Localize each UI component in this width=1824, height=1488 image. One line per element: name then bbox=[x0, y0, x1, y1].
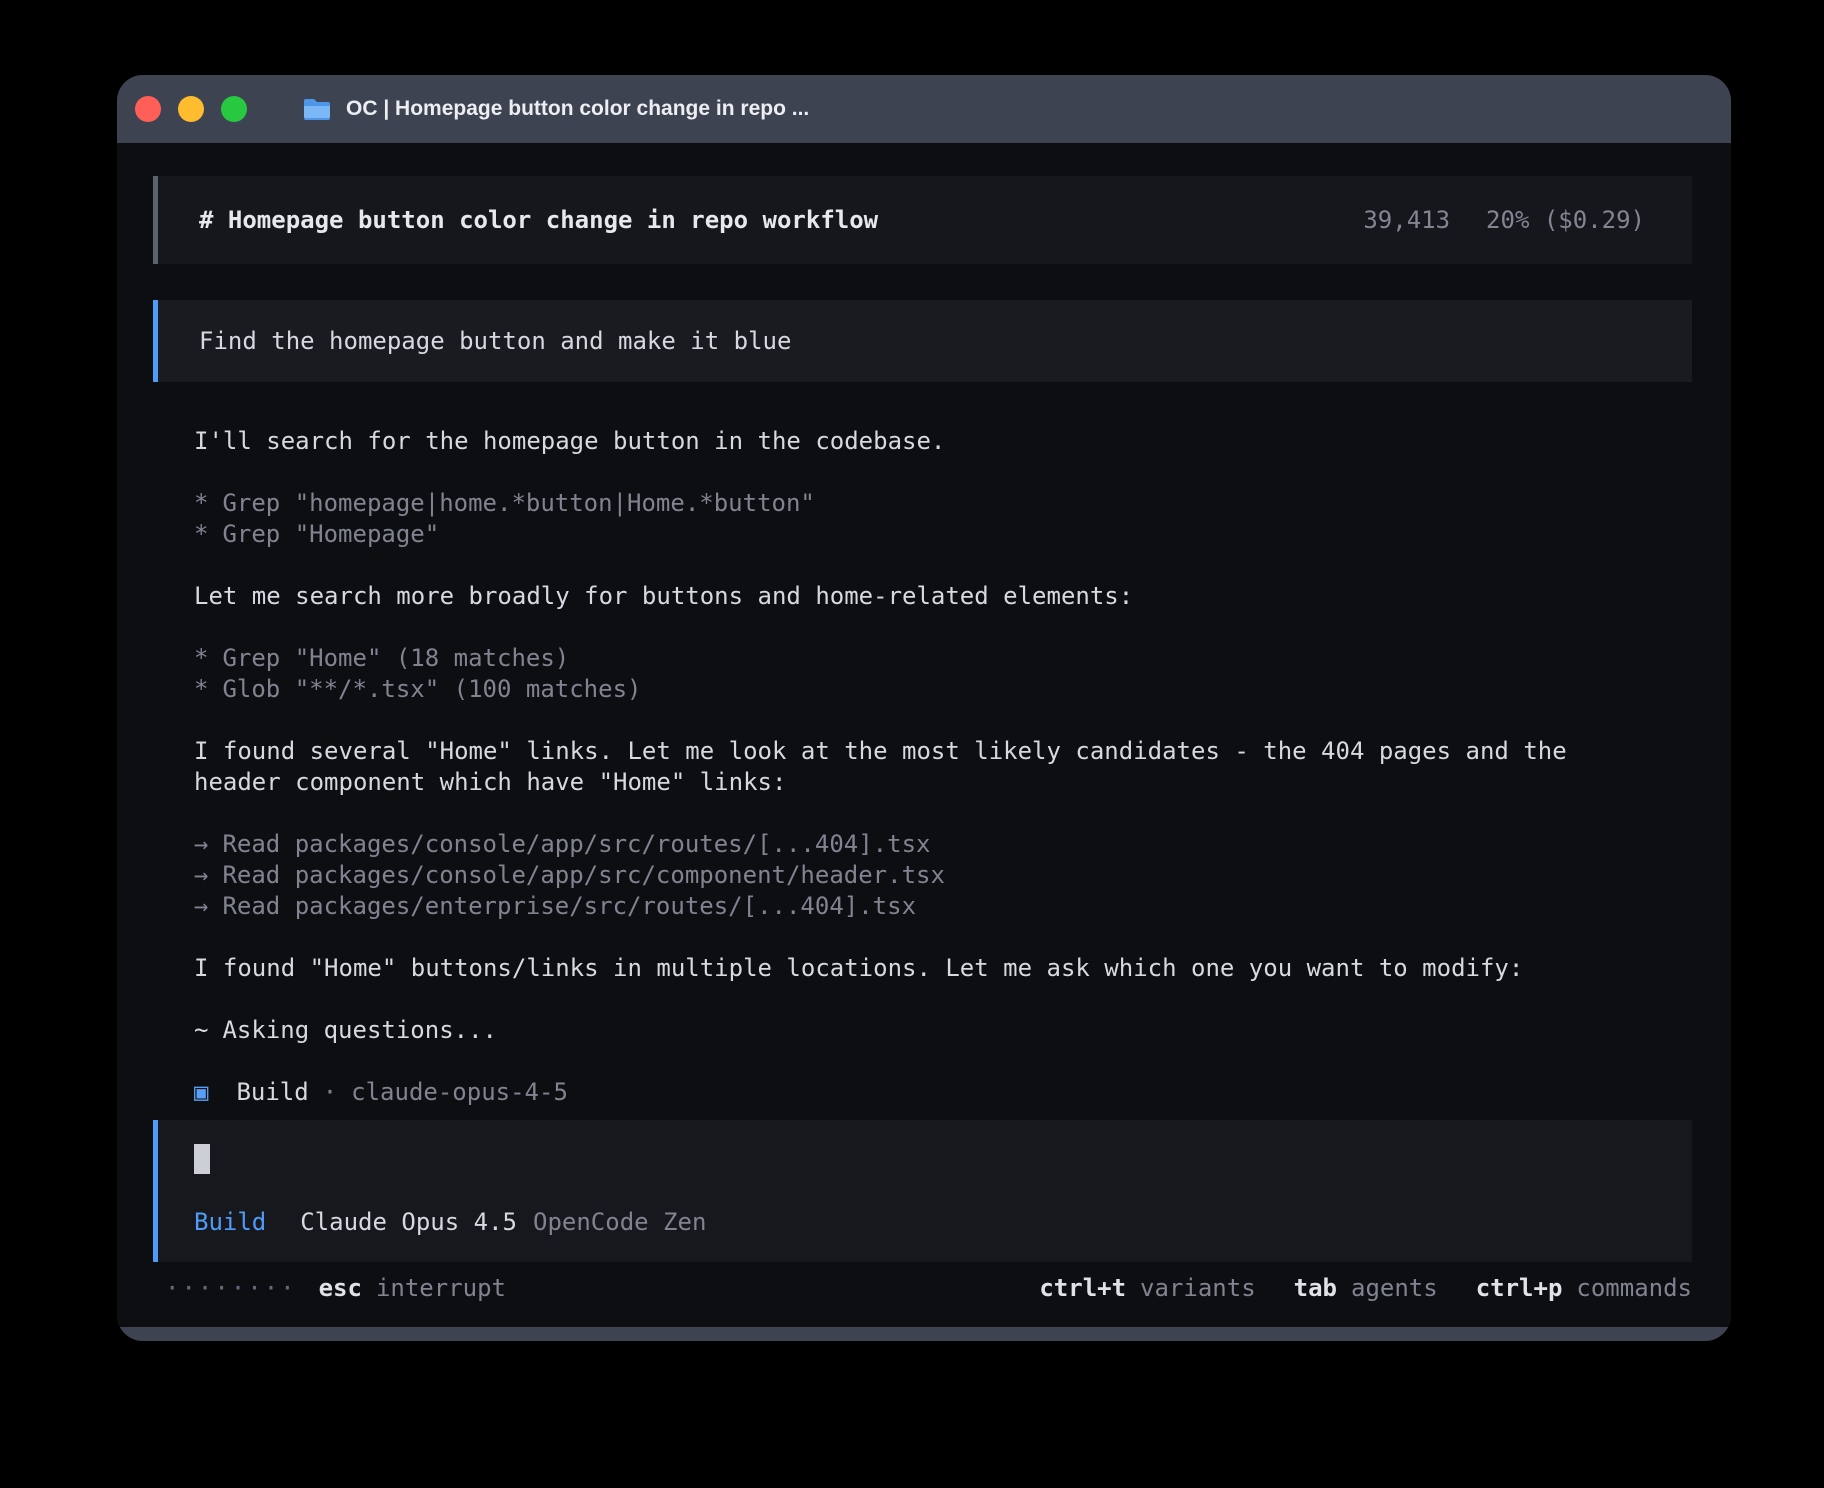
session-title: # Homepage button color change in repo w… bbox=[199, 206, 878, 234]
token-count: 39,413 bbox=[1363, 206, 1450, 234]
status-text: ~ Asking questions... bbox=[194, 1015, 1656, 1046]
terminal-window: OC | Homepage button color change in rep… bbox=[117, 75, 1731, 1341]
tool-call-grep: * Grep "homepage|home.*button|Home.*butto… bbox=[194, 488, 1656, 519]
hint-variants: ctrl+t variants bbox=[1039, 1274, 1255, 1302]
transcript: I'll search for the homepage button in t… bbox=[153, 426, 1692, 1108]
tool-call-group: * Grep "homepage|home.*button|Home.*butto… bbox=[194, 488, 1656, 550]
arrow-right-icon: → bbox=[194, 860, 208, 891]
tool-call-grep: * Grep "Home" (18 matches) bbox=[194, 643, 1656, 674]
statusbar-right: ctrl+t variants tab agents ctrl+p comman… bbox=[1001, 1274, 1692, 1302]
user-message: Find the homepage button and make it blu… bbox=[153, 300, 1692, 382]
statusbar-left: ········ esc interrupt bbox=[153, 1274, 506, 1302]
titlebar[interactable]: OC | Homepage button color change in rep… bbox=[117, 75, 1731, 143]
assistant-message: I found several "Home" links. Let me loo… bbox=[194, 736, 1656, 798]
session-header: # Homepage button color change in repo w… bbox=[153, 176, 1692, 264]
assistant-message: Let me search more broadly for buttons a… bbox=[194, 581, 1656, 612]
folder-icon bbox=[302, 97, 332, 122]
close-button[interactable] bbox=[135, 96, 161, 122]
hint-commands: ctrl+p commands bbox=[1476, 1274, 1692, 1302]
key-ctrl-t: ctrl+t bbox=[1039, 1274, 1126, 1302]
key-tab: tab bbox=[1294, 1274, 1337, 1302]
tool-call-group: → Read packages/console/app/src/routes/[.… bbox=[194, 829, 1656, 922]
window-bottom-edge bbox=[117, 1327, 1731, 1341]
tool-call-group: * Grep "Home" (18 matches) * Glob "**/*.ts… bbox=[194, 643, 1656, 705]
assistant-text: I found "Home" buttons/links in multiple… bbox=[194, 953, 1656, 984]
assistant-text: I found several "Home" links. Let me loo… bbox=[194, 736, 1656, 798]
zoom-button[interactable] bbox=[221, 96, 247, 122]
context-usage: 20% ($0.29) bbox=[1486, 206, 1645, 234]
window-title: OC | Homepage button color change in rep… bbox=[346, 97, 809, 121]
tool-call-label: Read packages/console/app/src/component/… bbox=[222, 861, 944, 889]
agent-mode-label: Build bbox=[194, 1207, 266, 1238]
assistant-message: I found "Home" buttons/links in multiple… bbox=[194, 953, 1656, 984]
tilde-icon: ~ bbox=[194, 1015, 208, 1046]
tool-call-label: Grep "Home" (18 matches) bbox=[222, 644, 569, 672]
text-cursor bbox=[194, 1144, 210, 1174]
key-esc: esc bbox=[319, 1274, 362, 1302]
asterisk-icon: * bbox=[194, 519, 208, 550]
terminal-content: # Homepage button color change in repo w… bbox=[117, 143, 1731, 1327]
tool-call-read: → Read packages/console/app/src/routes/[.… bbox=[194, 829, 1656, 860]
tool-call-label: Glob "**/*.tsx" (100 matches) bbox=[222, 675, 641, 703]
assistant-text: Let me search more broadly for buttons a… bbox=[194, 581, 1656, 612]
tool-call-label: Grep "homepage|home.*button|Home.*button… bbox=[222, 489, 814, 517]
separator-dot: · bbox=[323, 1077, 337, 1108]
hint-label: interrupt bbox=[376, 1274, 506, 1302]
working-status: ~ Asking questions... bbox=[194, 1015, 1656, 1046]
tool-call-grep: * Grep "Homepage" bbox=[194, 519, 1656, 550]
prompt-input[interactable]: Build Claude Opus 4.5 OpenCode Zen bbox=[153, 1120, 1692, 1262]
spinner-dots-icon: ········ bbox=[165, 1274, 297, 1302]
tool-call-read: → Read packages/console/app/src/component… bbox=[194, 860, 1656, 891]
agent-square-icon: ▣ bbox=[194, 1077, 208, 1108]
minimize-button[interactable] bbox=[178, 96, 204, 122]
agent-model: claude-opus-4-5 bbox=[351, 1077, 568, 1108]
hint-interrupt: esc interrupt bbox=[319, 1274, 506, 1302]
arrow-right-icon: → bbox=[194, 891, 208, 922]
asterisk-icon: * bbox=[194, 674, 208, 705]
agent-name: Build bbox=[236, 1077, 308, 1108]
tool-call-read: → Read packages/enterprise/src/routes/[..… bbox=[194, 891, 1656, 922]
user-message-text: Find the homepage button and make it blu… bbox=[199, 327, 791, 355]
agent-status-line: ▣ Build · claude-opus-4-5 bbox=[194, 1077, 1656, 1108]
status-label: Asking questions... bbox=[222, 1016, 497, 1044]
model-provider: OpenCode Zen bbox=[533, 1207, 706, 1238]
tool-call-label: Grep "Homepage" bbox=[222, 520, 439, 548]
asterisk-icon: * bbox=[194, 643, 208, 674]
hint-label: commands bbox=[1576, 1274, 1692, 1302]
assistant-message: I'll search for the homepage button in t… bbox=[194, 426, 1656, 457]
tool-call-label: Read packages/enterprise/src/routes/[...… bbox=[222, 892, 916, 920]
tool-call-glob: * Glob "**/*.tsx" (100 matches) bbox=[194, 674, 1656, 705]
statusbar: ········ esc interrupt ctrl+t variants t… bbox=[153, 1268, 1692, 1308]
assistant-text: I'll search for the homepage button in t… bbox=[194, 426, 1656, 457]
arrow-right-icon: → bbox=[194, 829, 208, 860]
asterisk-icon: * bbox=[194, 488, 208, 519]
model-name: Claude Opus 4.5 bbox=[300, 1207, 517, 1238]
session-stats: 39,413 20% ($0.29) bbox=[1248, 178, 1645, 262]
hint-label: variants bbox=[1140, 1274, 1256, 1302]
tool-call-label: Read packages/console/app/src/routes/[..… bbox=[222, 830, 930, 858]
input-model-line: Build Claude Opus 4.5 OpenCode Zen bbox=[194, 1207, 1651, 1238]
hint-label: agents bbox=[1351, 1274, 1438, 1302]
key-ctrl-p: ctrl+p bbox=[1476, 1274, 1563, 1302]
hint-agents: tab agents bbox=[1294, 1274, 1438, 1302]
